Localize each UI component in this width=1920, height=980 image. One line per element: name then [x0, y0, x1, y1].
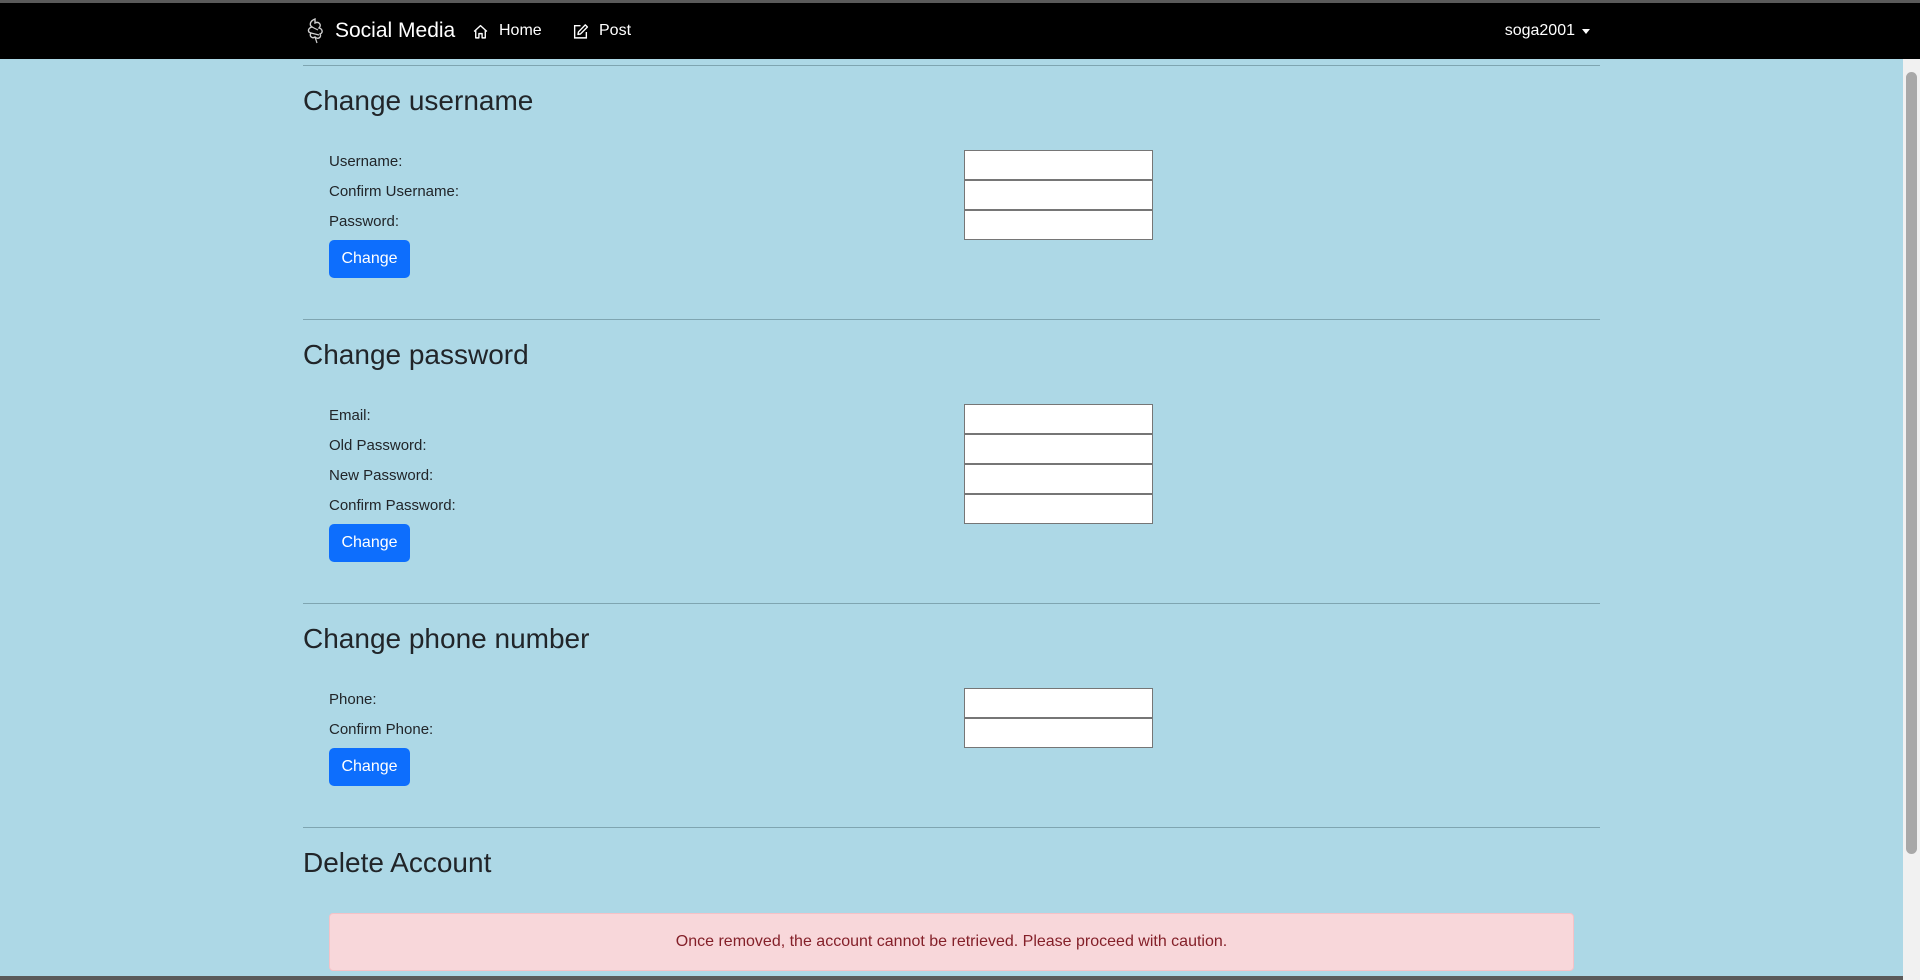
section-divider — [303, 603, 1600, 604]
dragon-logo-icon — [307, 17, 323, 44]
user-dropdown[interactable]: soga2001 — [1505, 3, 1590, 59]
nav-home-link[interactable]: Home — [472, 3, 542, 59]
delete-warning-alert: Once removed, the account cannot be retr… — [329, 913, 1574, 971]
new-password-label: New Password: — [329, 467, 434, 484]
change-username-title: Change username — [303, 85, 534, 116]
change-username-button[interactable]: Change — [329, 240, 410, 278]
top-navbar: Social Media Home Post soga2001 — [0, 3, 1920, 59]
brand-link[interactable]: Social Media — [303, 3, 455, 59]
change-phone-title: Change phone number — [303, 623, 590, 654]
caret-down-icon — [1582, 29, 1590, 34]
email-label: Email: — [329, 407, 371, 424]
confirm-password-label: Confirm Password: — [329, 497, 456, 514]
account-settings: Change username Username: Confirm Userna… — [303, 59, 1600, 976]
confirm-phone-input[interactable] — [964, 718, 1153, 748]
confirm-username-input[interactable] — [964, 180, 1153, 210]
change-phone-button[interactable]: Change — [329, 748, 410, 786]
username-label: Username: — [329, 153, 403, 170]
nav-home-label: Home — [499, 22, 542, 39]
section-divider — [303, 827, 1600, 828]
username-password-input[interactable] — [964, 210, 1153, 240]
username-label: soga2001 — [1504, 22, 1575, 39]
delete-account-title: Delete Account — [303, 847, 492, 878]
window-bottom-border — [0, 976, 1903, 980]
phone-label: Phone: — [329, 691, 377, 708]
change-password-button[interactable]: Change — [329, 524, 410, 562]
new-password-input[interactable] — [964, 464, 1153, 494]
confirm-password-input[interactable] — [964, 494, 1153, 524]
confirm-username-label: Confirm Username: — [329, 183, 460, 200]
section-divider — [303, 319, 1600, 320]
nav-post-link[interactable]: Post — [572, 3, 631, 59]
confirm-phone-label: Confirm Phone: — [329, 721, 434, 738]
scrollbar-thumb[interactable] — [1906, 72, 1917, 854]
house-icon — [473, 24, 488, 39]
edit-icon — [573, 23, 589, 39]
username-password-label: Password: — [329, 213, 400, 230]
username-input[interactable] — [964, 150, 1153, 180]
change-password-title: Change password — [303, 339, 529, 370]
section-divider — [303, 65, 1600, 66]
phone-input[interactable] — [964, 688, 1153, 718]
delete-warning-text: Once removed, the account cannot be retr… — [675, 933, 1228, 950]
email-input[interactable] — [964, 404, 1153, 434]
nav-post-label: Post — [599, 22, 632, 39]
brand-name: Social Media — [335, 19, 456, 42]
old-password-label: Old Password: — [329, 437, 427, 454]
old-password-input[interactable] — [964, 434, 1153, 464]
